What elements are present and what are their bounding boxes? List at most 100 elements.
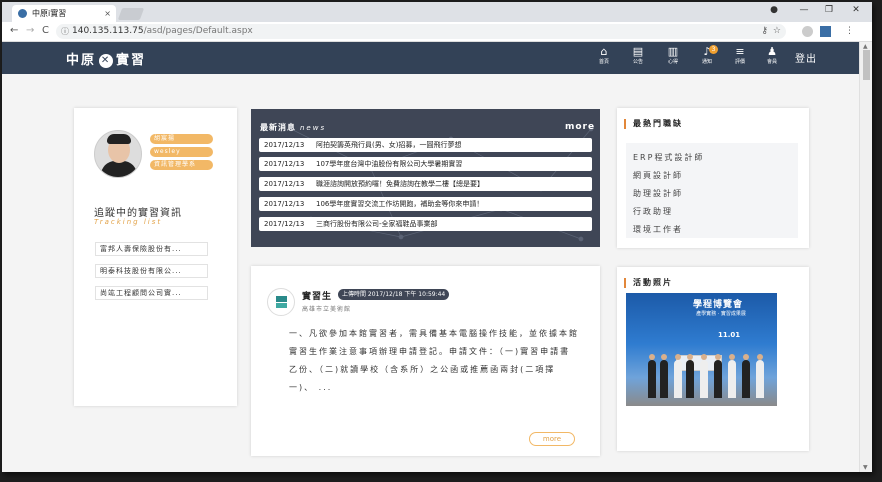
post-author: 實習生 xyxy=(302,292,333,302)
photo-person xyxy=(756,354,764,398)
profile-department: 資訊管理學系 xyxy=(150,160,213,170)
extension-icon-2[interactable] xyxy=(820,26,831,37)
hot-job-item[interactable]: ERP程式設計師 xyxy=(633,152,704,163)
photo-person xyxy=(648,354,656,398)
post-more-button[interactable]: more xyxy=(529,432,575,446)
favicon-icon xyxy=(18,9,27,18)
account-icon[interactable]: ● xyxy=(767,5,781,15)
announcement-icon: ▤ xyxy=(632,45,644,58)
back-icon[interactable]: ← xyxy=(10,25,18,36)
photo-banner-sub: 產學實務 · 實習成果展 xyxy=(696,311,746,317)
news-panel: 最新消息 news more 2017/12/13 阿拍契籌英飛行員(男、女)招募，… xyxy=(251,109,600,247)
scroll-down-icon[interactable]: ▼ xyxy=(863,464,868,471)
photos-card: 活動照片 學程博覽會 產學實務 · 實習成果展 11.01 xyxy=(617,267,809,451)
browser-tab[interactable]: 中原i實習 × xyxy=(12,5,116,22)
profile-name: 胡宸揚 xyxy=(150,134,213,144)
nav-experiences[interactable]: ▥ 心得 xyxy=(658,45,688,66)
news-more-link[interactable]: more xyxy=(565,122,595,132)
logo-mark-icon: ✕ xyxy=(99,54,114,68)
news-text: 職涯諮詢開放預約囉！免費諮詢在教學二樓【總是要】 xyxy=(316,180,484,188)
hot-jobs-card: 最熱門職缺 ERP程式設計師 網頁設計師 助理設計師 行政助理 環境工作者 xyxy=(617,108,809,248)
news-date: 2017/12/13 xyxy=(264,200,305,208)
nav-label: 心得 xyxy=(667,59,678,65)
scroll-thumb[interactable] xyxy=(863,50,870,80)
url-host: 140.135.113.75 xyxy=(72,26,144,36)
news-date: 2017/12/13 xyxy=(264,220,305,228)
nav-member[interactable]: ♟ 會員 xyxy=(757,45,787,66)
tab-title: 中原i實習 xyxy=(32,9,67,18)
news-title-zh: 最新消息 xyxy=(260,123,296,132)
logout-link[interactable]: 登出 xyxy=(795,50,817,65)
user-icon: ♟ xyxy=(767,45,777,58)
tracked-company[interactable]: 明泰科技股份有限公... xyxy=(95,264,208,278)
tracked-company[interactable]: 富邦人壽保險股份有... xyxy=(95,242,208,256)
photo-person xyxy=(742,354,750,398)
post-body: 一、凡欲參加本館實習者，需具備基本電腦操作技能，並依據本館實習生作業注意事項辦理… xyxy=(289,329,579,392)
notification-badge: 3 xyxy=(709,45,718,54)
tracking-title: 追蹤中的實習資訊 xyxy=(94,208,182,219)
photo-person xyxy=(686,354,694,398)
photo-person xyxy=(660,354,668,398)
avatar xyxy=(94,130,142,178)
nav-label: 會員 xyxy=(766,59,777,65)
nav-reviews[interactable]: ≡ 評價 xyxy=(725,45,755,66)
tracking-subtitle: Tracking list xyxy=(94,218,163,226)
event-photo[interactable]: 學程博覽會 產學實務 · 實習成果展 11.01 xyxy=(626,293,777,406)
photo-person xyxy=(714,354,722,398)
browser-toolbar: ← → C ⓘ 140.135.113.75/asd/pages/Default… xyxy=(2,22,872,42)
list-icon: ≡ xyxy=(735,45,745,58)
hot-job-item[interactable]: 網頁設計師 xyxy=(633,170,683,181)
site-info-icon[interactable]: ⓘ xyxy=(61,24,69,39)
new-tab-button[interactable] xyxy=(117,8,145,20)
news-text: 106學年度實習交流工作坊開跑，補助金等你來申請！ xyxy=(316,200,484,208)
extension-icon[interactable] xyxy=(802,26,813,37)
close-window-button[interactable]: ✕ xyxy=(849,5,863,15)
news-date: 2017/12/13 xyxy=(264,180,305,188)
hot-jobs-title: 最熱門職缺 xyxy=(624,119,683,129)
post-school: 高雄市立美術館 xyxy=(302,306,352,313)
news-item[interactable]: 2017/12/13 職涯諮詢開放預約囉！免費諮詢在教學二樓【總是要】 xyxy=(259,177,592,191)
reload-icon[interactable]: C xyxy=(42,25,49,36)
site-logo[interactable]: 中原 ✕ 實習 xyxy=(66,49,146,68)
tab-close-icon[interactable]: × xyxy=(104,5,111,22)
maximize-button[interactable]: ❐ xyxy=(822,5,836,15)
nav-home[interactable]: ⌂ 首頁 xyxy=(589,45,619,66)
photo-banner: 學程博覽會 xyxy=(692,300,743,310)
photos-title: 活動照片 xyxy=(624,278,673,288)
news-item[interactable]: 2017/12/13 106學年度實習交流工作坊開跑，補助金等你來申請！ xyxy=(259,197,592,211)
news-item[interactable]: 2017/12/13 阿拍契籌英飛行員(男、女)招募，一圓飛行夢想 xyxy=(259,138,592,152)
document-icon: ▥ xyxy=(667,45,679,58)
news-title: 最新消息 news xyxy=(260,122,326,133)
school-logo-icon xyxy=(267,288,295,316)
page-scrollbar[interactable]: ▲ ▼ xyxy=(859,42,872,472)
hot-job-item[interactable]: 環境工作者 xyxy=(633,224,683,235)
site-header: 中原 ✕ 實習 ⌂ 首頁 ▤ 公告 ▥ 心得 ♪ 3 通知 ≡ 評價 ♟ 會員 … xyxy=(2,42,859,74)
news-item[interactable]: 2017/12/13 三商行股份有限公司-全家福鞋品事業部 xyxy=(259,217,592,231)
address-bar[interactable]: ⓘ 140.135.113.75/asd/pages/Default.aspx … xyxy=(56,24,786,39)
tracked-company[interactable]: 尚竑工程顧問公司實... xyxy=(95,286,208,300)
news-date: 2017/12/13 xyxy=(264,160,305,168)
forward-icon[interactable]: → xyxy=(26,25,34,36)
minimize-button[interactable]: — xyxy=(797,5,811,15)
logo-text-right: 實習 xyxy=(116,53,147,68)
news-text: 阿拍契籌英飛行員(男、女)招募，一圓飛行夢想 xyxy=(316,141,462,149)
scroll-up-icon[interactable]: ▲ xyxy=(863,43,868,50)
news-item[interactable]: 2017/12/13 107學年度台灣中油股份有限公司大學暑期實習 xyxy=(259,157,592,171)
nav-notifications[interactable]: ♪ 3 通知 xyxy=(692,45,722,66)
browser-window: 中原i實習 × ● — ❐ ✕ ← → C ⓘ 140.135.113.75/a… xyxy=(2,2,872,472)
menu-icon[interactable]: ⋮ xyxy=(844,26,855,37)
nav-announcements[interactable]: ▤ 公告 xyxy=(623,45,653,66)
key-icon[interactable]: ⚷ xyxy=(761,24,768,39)
photo-banner-date: 11.01 xyxy=(718,331,741,339)
post-time-badge: 上傳時間 2017/12/18 下午 10:59:44 xyxy=(338,289,450,300)
nav-label: 公告 xyxy=(632,59,643,65)
hot-job-item[interactable]: 助理設計師 xyxy=(633,188,683,199)
news-title-en: news xyxy=(300,124,327,132)
hot-job-item[interactable]: 行政助理 xyxy=(633,206,673,217)
post-card: 實習生 上傳時間 2017/12/18 下午 10:59:44 高雄市立美術館 … xyxy=(251,266,600,456)
logo-text-left: 中原 xyxy=(66,53,97,68)
bookmark-star-icon[interactable]: ☆ xyxy=(773,24,781,39)
photo-person xyxy=(674,354,682,398)
url-path: /asd/pages/Default.aspx xyxy=(143,26,253,36)
photo-person xyxy=(728,354,736,398)
